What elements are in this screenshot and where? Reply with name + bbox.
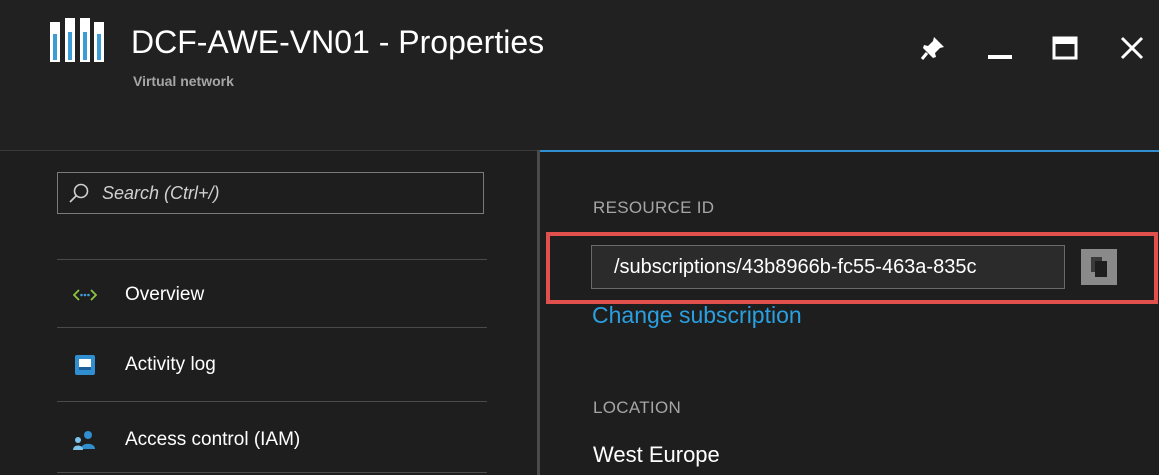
close-button[interactable]: [1112, 28, 1152, 68]
pin-button[interactable]: [913, 28, 953, 68]
minimize-icon: [988, 55, 1012, 59]
location-label: LOCATION: [593, 398, 682, 417]
properties-pane: RESOURCE ID /subscriptions/43b8966b-fc55…: [540, 152, 1159, 475]
location-value: West Europe: [593, 442, 720, 467]
copy-icon: [1091, 257, 1107, 277]
resource-id-label: RESOURCE ID: [593, 198, 715, 217]
sidebar-item-label: Access control (IAM): [125, 429, 301, 450]
page-subtitle: Virtual network: [133, 73, 234, 89]
close-icon: [1120, 36, 1144, 60]
sidebar: Overview Activity log Access control (IA…: [0, 152, 537, 475]
copy-button[interactable]: [1081, 249, 1117, 285]
minimize-button[interactable]: [980, 28, 1020, 68]
overview-icon: [71, 281, 99, 309]
resource-id-field[interactable]: /subscriptions/43b8966b-fc55-463a-835c: [591, 245, 1065, 289]
header-divider: [0, 150, 540, 151]
access-control-icon: [71, 426, 99, 454]
search-box[interactable]: [57, 172, 484, 214]
blade-header: DCF-AWE-VN01 - Properties Virtual networ…: [0, 0, 1159, 150]
sidebar-item-activity-log[interactable]: Activity log: [57, 337, 487, 393]
sidebar-item-label: Overview: [125, 284, 205, 305]
nav-divider: [57, 472, 487, 473]
nav-divider: [57, 327, 487, 328]
pin-icon: [920, 37, 944, 60]
search-icon: [69, 183, 89, 203]
sidebar-item-overview[interactable]: Overview: [57, 267, 487, 323]
maximize-button[interactable]: [1045, 28, 1085, 68]
sidebar-item-label: Activity log: [125, 354, 216, 375]
search-input[interactable]: [100, 181, 464, 205]
nav-divider: [57, 259, 487, 260]
activity-log-icon: [71, 351, 99, 379]
sidebar-item-access-control[interactable]: Access control (IAM): [57, 412, 487, 468]
maximize-icon: [1052, 36, 1078, 60]
page-title: DCF-AWE-VN01 - Properties: [131, 24, 545, 60]
resource-id-value: /subscriptions/43b8966b-fc55-463a-835c: [614, 256, 977, 278]
virtual-network-icon: [50, 18, 104, 62]
nav-divider: [57, 401, 487, 402]
change-subscription-link[interactable]: Change subscription: [592, 302, 802, 329]
